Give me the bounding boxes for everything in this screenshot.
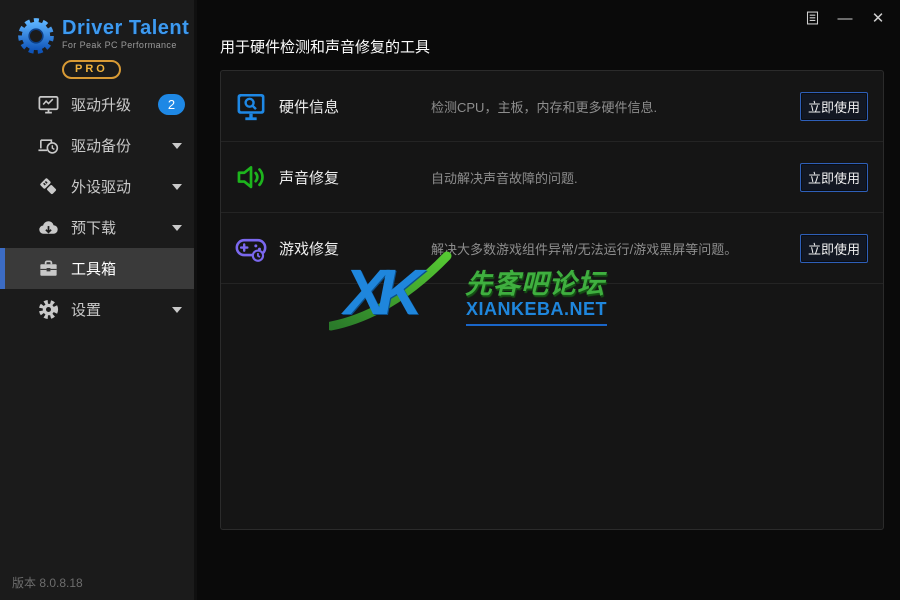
chevron-down-icon [172, 184, 182, 190]
tool-description: 自动解决声音故障的问题. [431, 168, 800, 187]
usb-drive-icon [37, 175, 60, 198]
tools-panel: 硬件信息 检测CPU，主板，内存和更多硬件信息. 立即使用 声音修复 自动解决声… [220, 70, 884, 530]
close-button[interactable]: ✕ [866, 7, 890, 29]
game-repair-icon [234, 231, 279, 265]
sidebar-item-peripheral-drivers[interactable]: 外设驱动 [0, 166, 194, 207]
tool-name: 硬件信息 [279, 96, 431, 117]
version-label: 版本 8.0.8.18 [12, 574, 83, 591]
sidebar-item-driver-backup[interactable]: 驱动备份 [0, 125, 194, 166]
tool-description: 检测CPU，主板，内存和更多硬件信息. [431, 97, 800, 116]
sidebar-item-driver-update[interactable]: 驱动升级 2 [0, 84, 194, 125]
sidebar: Driver Talent For Peak PC Performance PR… [0, 0, 197, 600]
main-content: — ✕ 用于硬件检测和声音修复的工具 硬件信息 检测CPU，主板，内存和更多硬件… [200, 0, 900, 600]
sidebar-item-label: 预下载 [71, 217, 116, 238]
sidebar-item-toolbox[interactable]: 工具箱 [0, 248, 194, 289]
watermark-logo-letters: XK [344, 256, 413, 328]
monitor-scan-icon [37, 93, 60, 116]
watermark-site-name: 先客吧论坛 [465, 262, 605, 301]
watermark-site-url: XIANKEBA.NET [466, 299, 607, 326]
sidebar-item-label: 驱动升级 [71, 94, 131, 115]
gear-icon [37, 298, 60, 321]
update-count-badge: 2 [158, 94, 185, 115]
app-title: Driver Talent [62, 17, 189, 39]
minimize-button[interactable]: — [833, 7, 857, 29]
hardware-info-icon [234, 89, 279, 123]
page-title: 用于硬件检测和声音修复的工具 [220, 36, 430, 57]
sidebar-menu: 驱动升级 2 驱动备份 外设驱动 预下载 [0, 84, 194, 330]
sidebar-item-label: 驱动备份 [71, 135, 131, 156]
laptop-clock-icon [37, 134, 60, 157]
pro-badge: PRO [62, 60, 121, 79]
sidebar-item-label: 设置 [71, 299, 101, 320]
tool-card-sound-repair: 声音修复 自动解决声音故障的问题. 立即使用 [221, 142, 883, 213]
use-now-button-sound-repair[interactable]: 立即使用 [800, 163, 868, 192]
xiankeba-watermark: XK 先客吧论坛 XIANKEBA.NET [329, 254, 629, 344]
window-controls: — ✕ [791, 7, 890, 29]
toolbox-icon [37, 257, 60, 280]
sidebar-item-label: 工具箱 [71, 258, 116, 279]
chevron-down-icon [172, 225, 182, 231]
logo-gear-icon [15, 15, 57, 57]
chevron-down-icon [172, 307, 182, 313]
use-now-button-game-repair[interactable]: 立即使用 [800, 234, 868, 263]
chevron-down-icon [172, 143, 182, 149]
use-now-button-hardware-info[interactable]: 立即使用 [800, 92, 868, 121]
app-logo: Driver Talent For Peak PC Performance PR… [0, 0, 194, 84]
sidebar-item-settings[interactable]: 设置 [0, 289, 194, 330]
sidebar-item-predownload[interactable]: 预下载 [0, 207, 194, 248]
app-subtitle: For Peak PC Performance [62, 40, 189, 50]
tool-name: 声音修复 [279, 167, 431, 188]
sidebar-item-label: 外设驱动 [71, 176, 131, 197]
tool-card-hardware-info: 硬件信息 检测CPU，主板，内存和更多硬件信息. 立即使用 [221, 71, 883, 142]
cloud-download-icon [37, 216, 60, 239]
sound-repair-icon [234, 160, 279, 194]
menu-button[interactable] [800, 7, 824, 29]
